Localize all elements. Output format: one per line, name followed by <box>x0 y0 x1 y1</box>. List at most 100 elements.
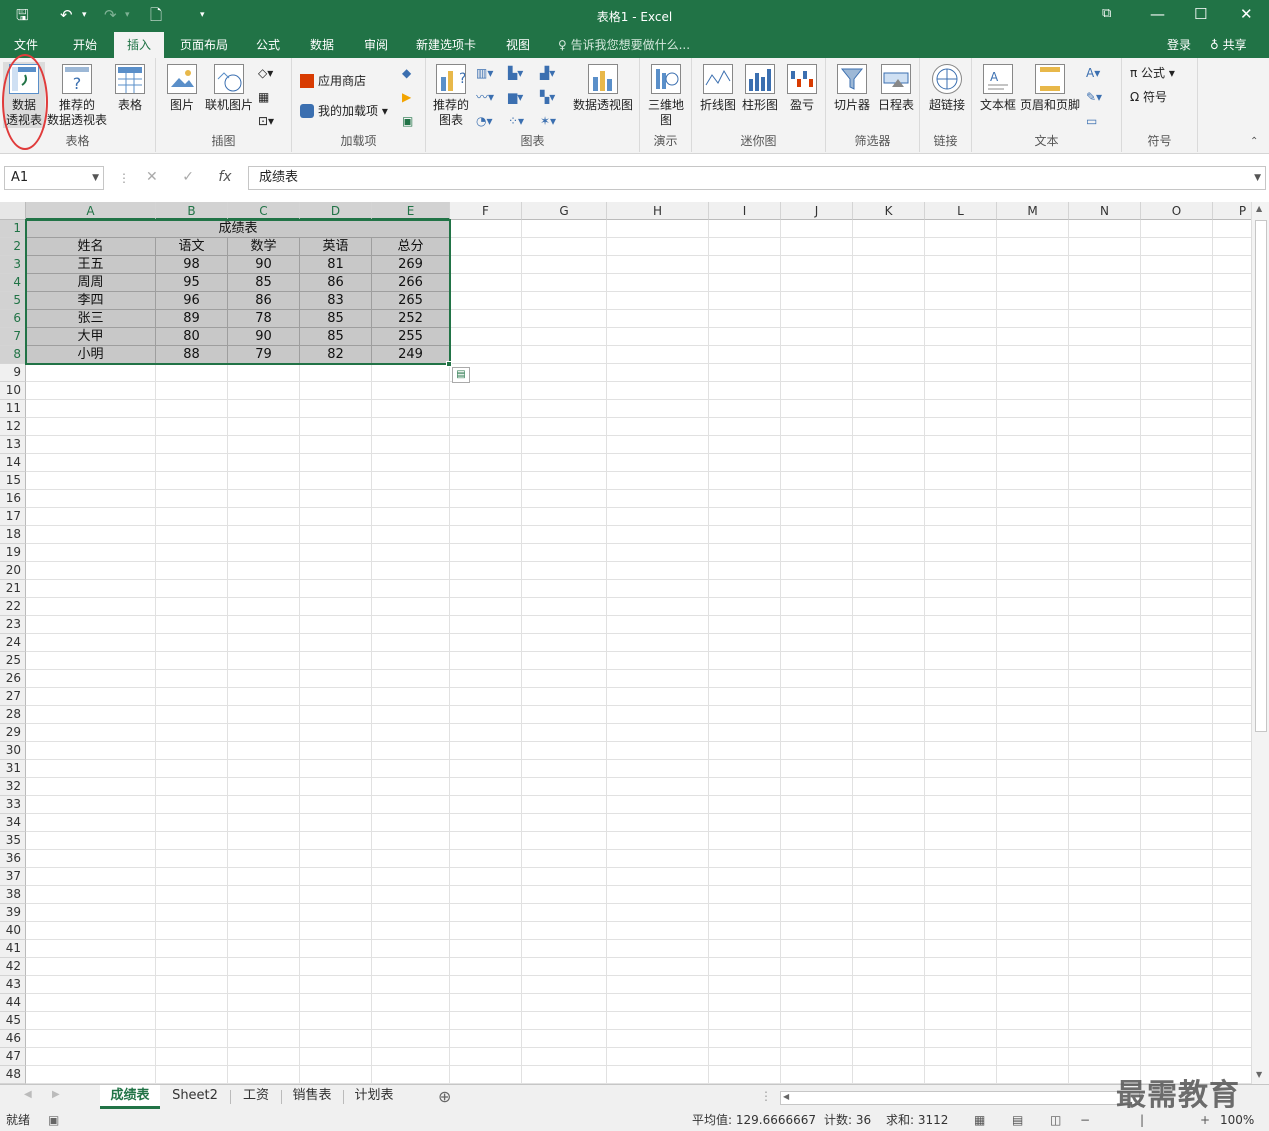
statistic-chart-icon[interactable]: ▆▾ <box>508 88 523 106</box>
row-header-8[interactable]: 8 <box>0 346 26 364</box>
row-header-28[interactable]: 28 <box>0 706 26 724</box>
signature-icon[interactable]: ✎▾ <box>1086 88 1102 106</box>
row-header-42[interactable]: 42 <box>0 958 26 976</box>
symbol-button[interactable]: Ω 符号 <box>1130 88 1167 106</box>
column-header-f[interactable]: F <box>450 202 522 220</box>
row-header-34[interactable]: 34 <box>0 814 26 832</box>
formula-input[interactable]: 成绩表 ▼ <box>248 166 1266 190</box>
page-break-view-icon[interactable]: ◫ <box>1050 1110 1061 1131</box>
maximize-icon[interactable]: ☐ <box>1194 4 1207 24</box>
tab-review[interactable]: 审阅 <box>356 32 396 58</box>
select-all-corner[interactable] <box>0 202 26 220</box>
scatter-chart-icon[interactable]: ⁘▾ <box>508 112 524 130</box>
table-button[interactable]: 表格 <box>110 62 150 113</box>
waterfall-chart-icon[interactable]: ▟▾ <box>540 64 555 82</box>
shapes-icon[interactable]: ◇▾ <box>258 64 273 82</box>
row-header-12[interactable]: 12 <box>0 418 26 436</box>
row-header-48[interactable]: 48 <box>0 1066 26 1084</box>
sheet-tab-xiaoshoubiao[interactable]: 销售表 <box>284 1085 340 1109</box>
combo-chart-icon[interactable]: ▚▾ <box>540 88 555 106</box>
row-header-38[interactable]: 38 <box>0 886 26 904</box>
column-header-d[interactable]: D <box>300 202 372 220</box>
row-header-32[interactable]: 32 <box>0 778 26 796</box>
row-header-1[interactable]: 1 <box>0 220 26 238</box>
row-header-15[interactable]: 15 <box>0 472 26 490</box>
column-header-h[interactable]: H <box>607 202 709 220</box>
row-header-47[interactable]: 47 <box>0 1048 26 1066</box>
row-header-9[interactable]: 9 <box>0 364 26 382</box>
sheet-tab-jihuabiao[interactable]: 计划表 <box>346 1085 402 1109</box>
online-picture-button[interactable]: 联机图片 <box>202 62 256 113</box>
column-header-k[interactable]: K <box>853 202 925 220</box>
row-header-13[interactable]: 13 <box>0 436 26 454</box>
sparkline-line-button[interactable]: 折线图 <box>698 62 738 113</box>
picture-button[interactable]: 图片 <box>162 62 202 113</box>
equation-button[interactable]: π 公式 ▾ <box>1130 64 1175 82</box>
add-sheet-icon[interactable]: ⊕ <box>438 1087 451 1106</box>
row-header-10[interactable]: 10 <box>0 382 26 400</box>
sheet-tab-sheet2[interactable]: Sheet2 <box>164 1085 226 1109</box>
login-link[interactable]: 登录 <box>1167 32 1191 58</box>
row-header-24[interactable]: 24 <box>0 634 26 652</box>
tab-home[interactable]: 开始 <box>62 32 108 58</box>
quick-analysis-icon[interactable]: ▤ <box>452 367 470 383</box>
object-icon[interactable]: ▭ <box>1086 112 1097 130</box>
vertical-scrollbar[interactable]: ▲ ▼ <box>1251 202 1269 1084</box>
column-header-e[interactable]: E <box>372 202 450 220</box>
column-header-l[interactable]: L <box>925 202 997 220</box>
row-header-16[interactable]: 16 <box>0 490 26 508</box>
tab-insert[interactable]: 插入 <box>114 32 164 59</box>
sparkline-winloss-button[interactable]: 盈亏 <box>782 62 822 113</box>
slicer-button[interactable]: 切片器 <box>830 62 874 113</box>
screenshot-icon[interactable]: ⊡▾ <box>258 112 274 130</box>
column-header-c[interactable]: C <box>228 202 300 220</box>
smartart-icon[interactable]: ▦ <box>258 88 269 106</box>
row-header-17[interactable]: 17 <box>0 508 26 526</box>
bing-icon[interactable]: ▶ <box>402 88 411 106</box>
column-header-o[interactable]: O <box>1141 202 1213 220</box>
row-header-29[interactable]: 29 <box>0 724 26 742</box>
timeline-button[interactable]: 日程表 <box>874 62 918 113</box>
column-header-p[interactable]: P <box>1213 202 1251 220</box>
sparkline-column-button[interactable]: 柱形图 <box>740 62 780 113</box>
radar-chart-icon[interactable]: ✶▾ <box>540 112 556 130</box>
cancel-icon[interactable]: ✕ <box>146 169 158 185</box>
column-chart-icon[interactable]: ▥▾ <box>476 64 493 82</box>
recommended-chart-button[interactable]: ? 推荐的 图表 <box>430 62 472 128</box>
recommended-pivot-button[interactable]: ? 推荐的 数据透视表 <box>46 62 108 128</box>
pivot-chart-button[interactable]: 数据透视图 <box>570 62 636 113</box>
next-sheet-icon[interactable]: ▶ <box>52 1089 60 1100</box>
scroll-up-icon[interactable]: ▲ <box>1256 204 1262 213</box>
horizontal-scrollbar[interactable]: ◀ <box>780 1091 1140 1105</box>
row-header-4[interactable]: 4 <box>0 274 26 292</box>
row-header-5[interactable]: 5 <box>0 292 26 310</box>
row-header-43[interactable]: 43 <box>0 976 26 994</box>
column-header-b[interactable]: B <box>156 202 228 220</box>
row-header-40[interactable]: 40 <box>0 922 26 940</box>
row-header-6[interactable]: 6 <box>0 310 26 328</box>
row-header-26[interactable]: 26 <box>0 670 26 688</box>
column-header-m[interactable]: M <box>997 202 1069 220</box>
row-header-25[interactable]: 25 <box>0 652 26 670</box>
enter-icon[interactable]: ✓ <box>182 169 194 185</box>
row-header-33[interactable]: 33 <box>0 796 26 814</box>
name-box[interactable]: A1 ▼ <box>4 166 104 190</box>
hyperlink-button[interactable]: 超链接 <box>924 62 970 113</box>
pie-chart-icon[interactable]: ◔▾ <box>476 112 493 130</box>
row-header-46[interactable]: 46 <box>0 1030 26 1048</box>
worksheet-grid[interactable]: ABCDEFGHIJKLMNOP 1 2 3 4 5 6 7 8 9 10 11 12 13 14 15 16… <box>0 202 1251 1084</box>
header-footer-button[interactable]: 页眉和页脚 <box>1018 62 1082 113</box>
visio-icon[interactable]: ◆ <box>402 64 411 82</box>
textbox-button[interactable]: A 文本框 <box>976 62 1020 113</box>
collapse-ribbon-icon[interactable]: ⌃ <box>1250 136 1258 147</box>
row-header-22[interactable]: 22 <box>0 598 26 616</box>
3d-map-button[interactable]: 三维地 图 <box>644 62 688 128</box>
ribbon-display-icon[interactable]: ⧉ <box>1102 4 1111 24</box>
sheet-tab-gongzi[interactable]: 工资 <box>234 1085 278 1109</box>
sheet-tab-chengjibiao[interactable]: 成绩表 <box>100 1085 160 1109</box>
row-header-45[interactable]: 45 <box>0 1012 26 1030</box>
wordart-icon[interactable]: A▾ <box>1086 64 1100 82</box>
close-icon[interactable]: ✕ <box>1240 4 1253 24</box>
normal-view-icon[interactable]: ▦ <box>974 1110 985 1131</box>
tell-me-search[interactable]: ♀ 告诉我您想要做什么... <box>558 32 690 58</box>
